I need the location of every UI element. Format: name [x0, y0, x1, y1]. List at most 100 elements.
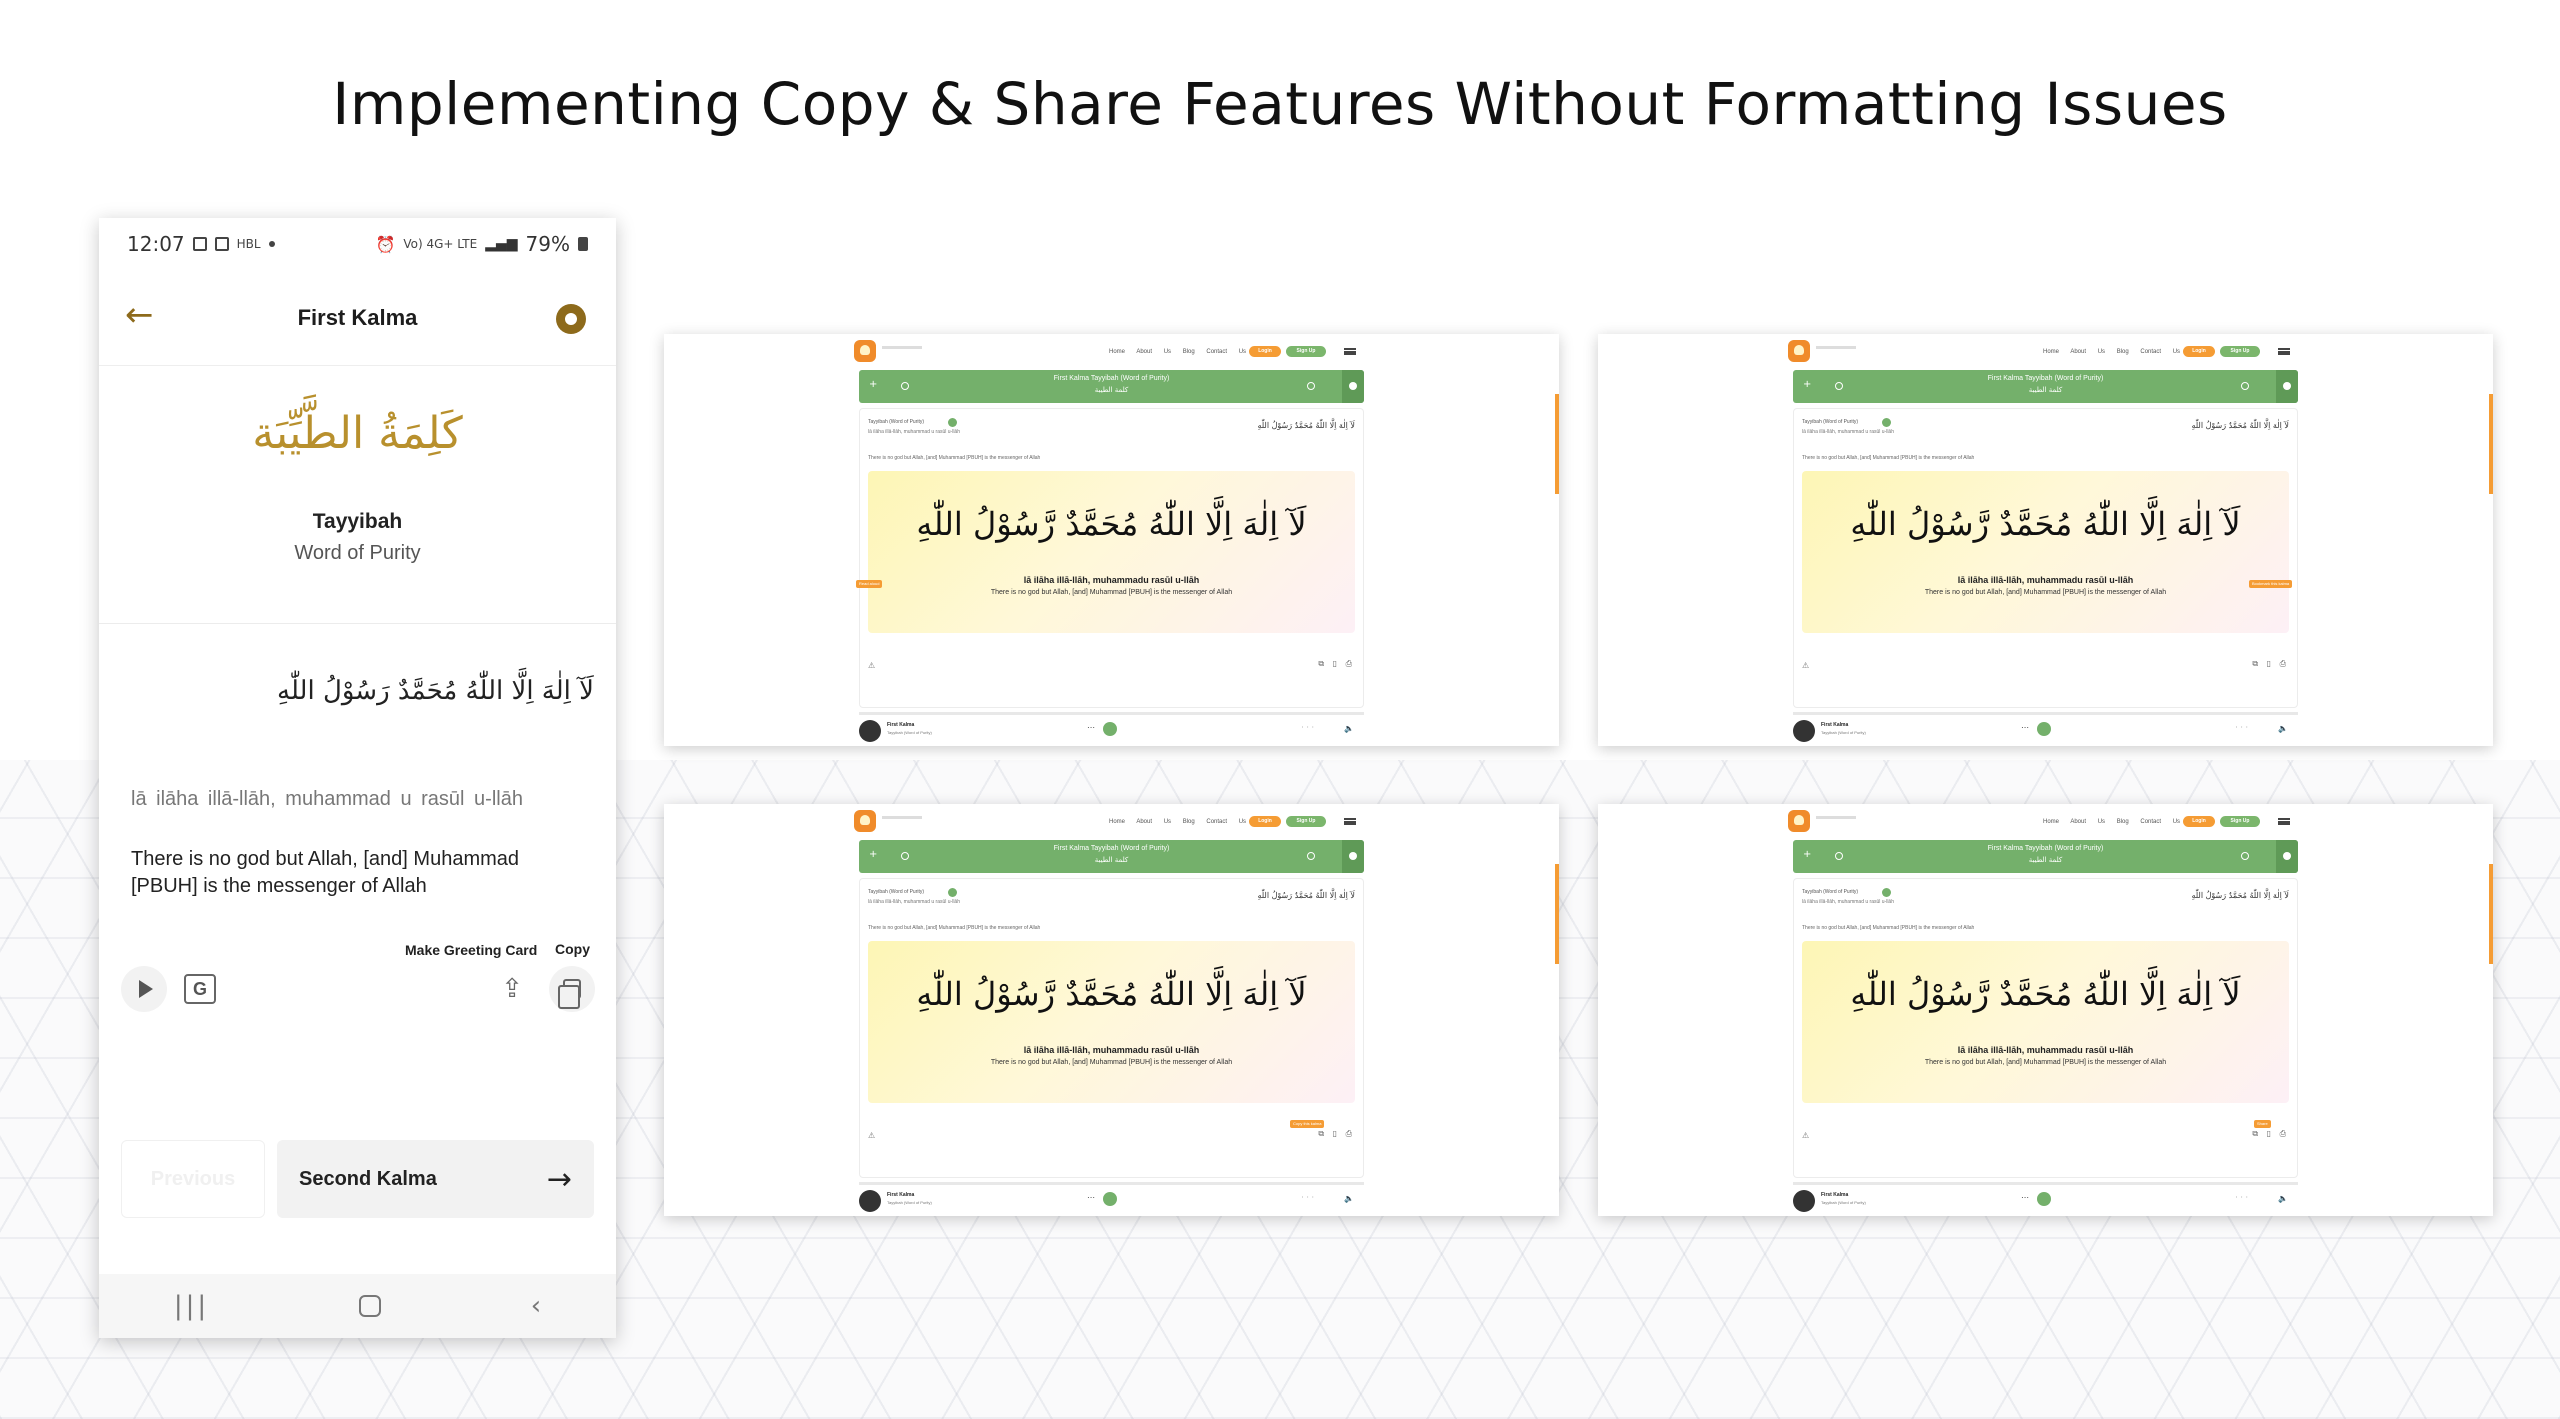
web-nav-links[interactable]: Home About Us Blog Contact Us	[1109, 819, 1246, 825]
timer-icon[interactable]	[2241, 382, 2249, 390]
menu-icon[interactable]	[2278, 348, 2290, 355]
player-subtitle: Tayyibah (Word of Purity)	[1821, 730, 1866, 735]
kalma-highlight-panel: لَآ اِلٰهَ اِلَّا اللّٰهُ مُحَمَّدٌ رَّس…	[868, 941, 1355, 1103]
banner-arabic: كلمة الطيبة	[2028, 386, 2063, 394]
site-logo-text	[882, 816, 922, 819]
share-button[interactable]: ⇪	[489, 966, 535, 1012]
card-action-icons[interactable]: ⧉ ▯ ⎙	[2252, 1129, 2289, 1139]
warning-icon[interactable]: ⚠	[868, 661, 875, 670]
signup-button[interactable]: Sign Up	[1286, 346, 1326, 357]
gear-icon[interactable]	[2276, 840, 2298, 873]
player-progress[interactable]: · · ·	[2235, 1193, 2248, 1202]
message-icon	[214, 237, 229, 251]
volume-icon[interactable]: 🔈	[2278, 724, 2288, 733]
big-arabic-text: لَآ اِلٰهَ اِلَّا اللّٰهُ مُحَمَّدٌ رَّس…	[1850, 975, 2241, 1013]
card-action-icons[interactable]: ⧉ ▯ ⎙	[1318, 1129, 1355, 1139]
player-play-button[interactable]	[2037, 1192, 2051, 1206]
settings-icon[interactable]	[556, 304, 586, 334]
big-translation: There is no god but Allah, [and] Muhamma…	[1924, 589, 2167, 596]
signup-button[interactable]: Sign Up	[1286, 816, 1326, 827]
player-play-button[interactable]	[2037, 722, 2051, 736]
recent-apps-icon[interactable]: |||	[174, 1291, 209, 1321]
player-prev-icon[interactable]: ⋯	[2021, 1193, 2029, 1202]
player-progress[interactable]: · · ·	[1301, 723, 1314, 732]
banner-arabic: كلمة الطيبة	[2028, 856, 2063, 864]
signup-button[interactable]: Sign Up	[2220, 816, 2260, 827]
web-screenshot: Home About Us Blog Contact Us Login Sign…	[1598, 804, 2493, 1216]
big-arabic-text: لَآ اِلٰهَ اِلَّا اللّٰهُ مُحَمَّدٌ رَّس…	[1850, 505, 2241, 543]
web-nav-links[interactable]: Home About Us Blog Contact Us	[1109, 349, 1246, 355]
audio-dot-icon[interactable]	[948, 888, 957, 897]
login-button[interactable]: Login	[1249, 816, 1281, 827]
copy-icon	[558, 979, 581, 1009]
player-prev-icon[interactable]: ⋯	[1087, 723, 1095, 732]
alarm-icon: ⏰	[375, 234, 396, 254]
back-arrow-icon[interactable]: ←	[125, 298, 157, 332]
kalma-highlight-panel: لَآ اِلٰهَ اِلَّا اللّٰهُ مُحَمَّدٌ رَّس…	[1802, 471, 2289, 633]
audio-dot-icon[interactable]	[1882, 888, 1891, 897]
player-play-button[interactable]	[1103, 1192, 1117, 1206]
login-button[interactable]: Login	[2183, 346, 2215, 357]
player-subtitle: Tayyibah (Word of Purity)	[887, 1200, 932, 1205]
volume-icon[interactable]: 🔈	[1344, 724, 1354, 733]
scrollbar-indicator	[2489, 394, 2493, 494]
signup-button[interactable]: Sign Up	[2220, 346, 2260, 357]
play-button[interactable]	[121, 966, 167, 1012]
menu-icon[interactable]	[1344, 818, 1356, 825]
kalma-subtitle: Word of Purity	[294, 542, 421, 564]
site-logo-icon[interactable]	[1788, 340, 1810, 362]
audio-dot-icon[interactable]	[1882, 418, 1891, 427]
kalma-highlight-panel: لَآ اِلٰهَ اِلَّا اللّٰهُ مُحَمَّدٌ رَّس…	[1802, 941, 2289, 1103]
kalma-banner: + First Kalma Tayyibah (Word of Purity) …	[1793, 840, 2298, 873]
web-nav-links[interactable]: Home About Us Blog Contact Us	[2043, 349, 2180, 355]
web-nav-links[interactable]: Home About Us Blog Contact Us	[2043, 819, 2180, 825]
audio-player: First Kalma Tayyibah (Word of Purity) ⋯ …	[859, 712, 1364, 742]
menu-icon[interactable]	[2278, 818, 2290, 825]
player-progress[interactable]: · · ·	[1301, 1193, 1314, 1202]
player-avatar	[1793, 720, 1815, 742]
warning-icon[interactable]: ⚠	[1802, 661, 1809, 670]
big-transliteration: lā ilāha illā-llāh, muhammadu rasūl u-ll…	[1957, 1045, 2134, 1055]
card-action-icons[interactable]: ⧉ ▯ ⎙	[1318, 659, 1355, 669]
audio-player: First Kalma Tayyibah (Word of Purity) ⋯ …	[1793, 1182, 2298, 1212]
app-header: ← First Kalma	[99, 270, 616, 366]
signal-icon: ▂▄▆	[485, 236, 518, 252]
translate-button[interactable]: G	[177, 966, 223, 1012]
screen-title: First Kalma	[297, 304, 418, 330]
site-logo-icon[interactable]	[854, 810, 876, 832]
volume-icon[interactable]: 🔈	[2278, 1194, 2288, 1203]
banner-title: First Kalma Tayyibah (Word of Purity)	[1053, 375, 1170, 382]
warning-icon[interactable]: ⚠	[868, 1131, 875, 1140]
previous-button[interactable]: Previous	[121, 1140, 265, 1218]
card-action-icons[interactable]: ⧉ ▯ ⎙	[2252, 659, 2289, 669]
player-avatar	[1793, 1190, 1815, 1212]
login-button[interactable]: Login	[2183, 816, 2215, 827]
player-title: First Kalma	[1821, 1192, 1849, 1198]
menu-icon[interactable]	[1344, 348, 1356, 355]
player-play-button[interactable]	[1103, 722, 1117, 736]
gear-icon[interactable]	[1342, 840, 1364, 873]
card-label: Tayyibah (Word of Purity)	[868, 419, 925, 425]
audio-dot-icon[interactable]	[948, 418, 957, 427]
gear-icon[interactable]	[1342, 370, 1364, 403]
notification-dot-icon	[268, 241, 275, 247]
player-progress[interactable]: · · ·	[2235, 723, 2248, 732]
player-prev-icon[interactable]: ⋯	[1087, 1193, 1095, 1202]
card-transliteration: lā ilāha illā-llāh, muhammad u rasūl u-l…	[1802, 429, 1894, 435]
copy-button[interactable]	[549, 966, 595, 1012]
site-logo-icon[interactable]	[854, 340, 876, 362]
volume-icon[interactable]: 🔈	[1344, 1194, 1354, 1203]
timer-icon[interactable]	[1307, 852, 1315, 860]
timer-icon[interactable]	[1307, 382, 1315, 390]
player-prev-icon[interactable]: ⋯	[2021, 723, 2029, 732]
next-kalma-button[interactable]: Second Kalma →	[277, 1140, 594, 1218]
home-icon[interactable]	[358, 1295, 381, 1317]
warning-icon[interactable]: ⚠	[1802, 1131, 1809, 1140]
big-translation: There is no god but Allah, [and] Muhamma…	[1924, 1059, 2167, 1066]
timer-icon[interactable]	[2241, 852, 2249, 860]
back-nav-icon[interactable]: ‹	[531, 1291, 541, 1321]
gear-icon[interactable]	[2276, 370, 2298, 403]
kalma-arabic-text: لَآ اِلٰهَ اِلَّا اللّٰهُ مُحَمَّدٌ رَسُ…	[277, 676, 594, 706]
site-logo-icon[interactable]	[1788, 810, 1810, 832]
login-button[interactable]: Login	[1249, 346, 1281, 357]
